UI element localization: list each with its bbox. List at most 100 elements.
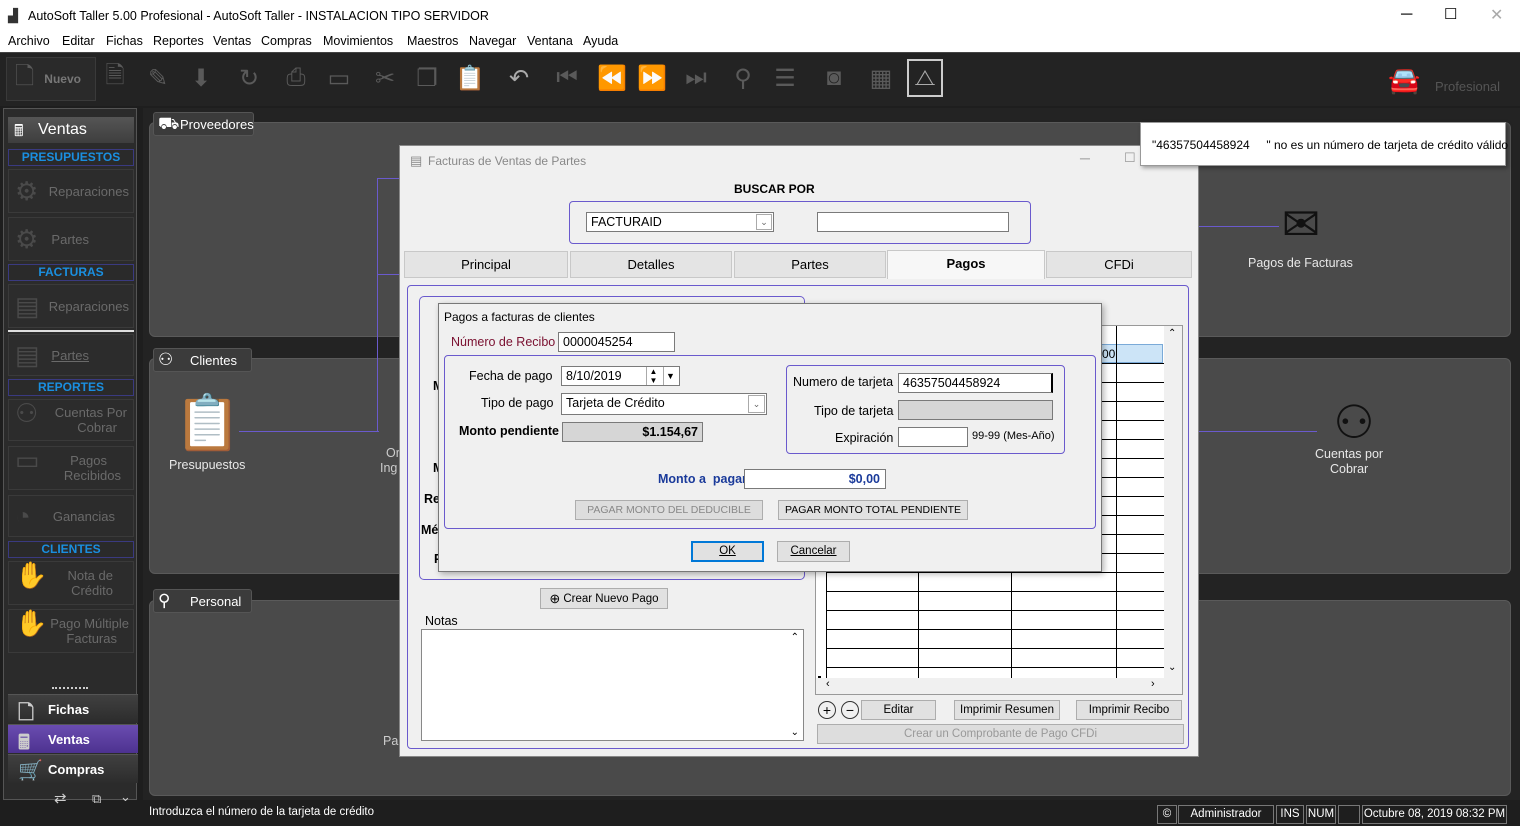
camera-icon[interactable]: ◙ (819, 61, 849, 95)
nuevo-button[interactable]: 🗋 Nuevo (6, 57, 96, 101)
scroll-down-icon[interactable]: ⌄ (791, 727, 799, 738)
scroll-left-icon[interactable]: ‹ (826, 678, 830, 690)
active-tool-icon[interactable]: ⧍ (907, 59, 943, 97)
editar-button[interactable]: Editar (861, 700, 936, 720)
plus-circle-icon: ⊕ (549, 590, 561, 606)
ok-button[interactable]: OK (691, 541, 764, 562)
menu-archivo[interactable]: Archivo (8, 34, 50, 48)
minimize-icon[interactable]: ─ (1080, 150, 1090, 166)
tab-partes[interactable]: Partes (734, 251, 886, 278)
sidebar-item-presupuesto-partes[interactable]: ⚙ Partes (8, 217, 134, 261)
monto-pagar-field[interactable]: $0,00 (744, 469, 886, 489)
tab-pagos[interactable]: Pagos (887, 250, 1045, 279)
app-icon: ▟ (8, 8, 18, 23)
chevron-down-icon[interactable]: ⌄ (120, 789, 131, 805)
monitor-icon[interactable]: ▭ (324, 61, 354, 95)
menu-navegar[interactable]: Navegar (469, 34, 516, 48)
numero-tarjeta-field[interactable]: 46357504458924 (898, 373, 1053, 393)
expiracion-field[interactable] (898, 427, 968, 447)
expiracion-label: Expiración (835, 431, 894, 445)
close-icon[interactable]: ✕ (1490, 5, 1503, 25)
presupuestos-node[interactable]: 📋 (173, 393, 243, 453)
magnifier-icon[interactable]: ⚲ (728, 61, 758, 95)
add-row-icon[interactable]: + (818, 701, 836, 719)
pencil-icon[interactable]: ✎ (143, 61, 173, 95)
cancelar-button[interactable]: Cancelar (777, 541, 850, 562)
fecha-pago-field[interactable]: 8/10/2019 ▲ ▼ ▼ (561, 366, 680, 386)
scroll-up-icon[interactable]: ⌃ (791, 632, 799, 643)
pagar-deducible-button[interactable]: PAGAR MONTO DEL DEDUCIBLE (575, 500, 763, 520)
crear-nuevo-pago-button[interactable]: ⊕ Crear Nuevo Pago (540, 588, 668, 609)
minimize-icon[interactable]: ─ (1401, 6, 1412, 24)
proveedores-label[interactable]: ⛟ Proveedores (153, 112, 254, 136)
remove-row-icon[interactable]: − (841, 701, 859, 719)
grid-col-line (1116, 326, 1117, 678)
windows-icon[interactable]: ⧉ (92, 791, 101, 807)
maximize-icon[interactable]: ☐ (1444, 5, 1457, 23)
menu-ayuda[interactable]: Ayuda (583, 34, 618, 48)
scroll-down-icon[interactable]: ⌄ (1168, 662, 1176, 673)
nav-fichas[interactable]: 🗋 Fichas (8, 694, 138, 724)
imprimir-resumen-button[interactable]: Imprimir Resumen (954, 700, 1060, 720)
pagar-total-button[interactable]: PAGAR MONTO TOTAL PENDIENTE (778, 500, 968, 520)
sidebar-item-pago-multiple[interactable]: ✋ Pago Múltiple Facturas (8, 609, 134, 653)
menu-compras[interactable]: Compras (261, 34, 312, 48)
list-report-icon[interactable]: ☰ (770, 61, 800, 95)
cuentas-cobrar-node[interactable]: ⚇ (1319, 394, 1389, 450)
sidebar-item-pagos-recibidos[interactable]: ▭ Pagos Recibidos (8, 446, 134, 490)
search-input[interactable] (817, 212, 1009, 232)
maximize-icon[interactable]: ☐ (1124, 150, 1136, 166)
splitter-handle[interactable] (52, 687, 88, 691)
first-record-icon[interactable]: ⏮ (552, 61, 582, 95)
last-record-icon[interactable]: ⏭ (681, 61, 711, 95)
scroll-up-icon[interactable]: ⌃ (1168, 328, 1176, 339)
sidebar-item-nota-credito[interactable]: ✋ Nota de Crédito (8, 561, 134, 605)
menu-ventas[interactable]: Ventas (213, 34, 251, 48)
notas-textarea[interactable]: ⌃ ⌄ (421, 629, 804, 741)
menu-maestros[interactable]: Maestros (407, 34, 458, 48)
calendar-dropdown-icon[interactable]: ▼ (663, 367, 677, 385)
grid-row-line (826, 572, 1164, 573)
tab-detalles[interactable]: Detalles (570, 251, 732, 278)
copy-icon[interactable]: ❐ (412, 61, 442, 95)
printer-icon[interactable]: ⎙ (281, 61, 311, 95)
numero-recibo-field[interactable]: 0000045254 (558, 332, 675, 352)
search-field-select[interactable]: FACTURAID ⌄ (586, 212, 774, 232)
menu-editar[interactable]: Editar (62, 34, 95, 48)
cut-icon[interactable]: ✂ (370, 61, 400, 95)
undo-icon[interactable]: ↶ (504, 61, 534, 95)
previous-record-icon[interactable]: ⏪ (597, 61, 627, 95)
hand-icon: ✋ (15, 560, 48, 590)
scroll-right-icon[interactable]: › (1151, 678, 1155, 690)
sidebar-item-presupuesto-reparaciones[interactable]: ⚙ Reparaciones (8, 169, 134, 213)
pagos-facturas-node[interactable]: ✉ (1271, 196, 1331, 252)
vertical-scrollbar[interactable]: ⌃ ⌄ (1164, 326, 1182, 678)
tipo-pago-select[interactable]: Tarjeta de Crédito ⌄ (561, 393, 767, 415)
group-five-icon: ⚇ (1333, 396, 1375, 448)
personal-label[interactable]: ⚲ Personal (153, 589, 252, 613)
swap-icon[interactable]: ⇄ (54, 789, 67, 807)
paste-icon[interactable]: 📋 (455, 61, 485, 95)
horizontal-scrollbar[interactable]: ‹ › (816, 678, 1182, 694)
sidebar-item-ganancias[interactable]: ◔ Ganancias (8, 495, 134, 537)
next-record-icon[interactable]: ⏩ (637, 61, 667, 95)
save-icon[interactable]: ⬇ (186, 61, 216, 95)
menu-ventana[interactable]: Ventana (527, 34, 573, 48)
menu-fichas[interactable]: Fichas (106, 34, 143, 48)
menu-reportes[interactable]: Reportes (153, 34, 204, 48)
document-search-icon[interactable]: 🗎 (100, 61, 130, 95)
tab-cfdi[interactable]: CFDi (1046, 251, 1192, 278)
clientes-label[interactable]: ⚇ Clientes (153, 348, 252, 372)
spin-icon[interactable]: ▲ ▼ (646, 367, 660, 385)
nav-ventas[interactable]: 🖩 Ventas (8, 724, 138, 754)
sidebar-item-factura-partes[interactable]: ▤ Partes (8, 334, 134, 376)
sidebar-item-factura-reparaciones[interactable]: ▤ Reparaciones (8, 284, 134, 328)
nav-compras[interactable]: 🛒 Compras (8, 754, 138, 783)
tab-principal[interactable]: Principal (404, 251, 568, 278)
menu-movimientos[interactable]: Movimientos (323, 34, 393, 48)
imprimir-recibo-button[interactable]: Imprimir Recibo (1076, 700, 1182, 720)
refresh-icon[interactable]: ↻ (234, 61, 264, 95)
grid-icon[interactable]: ▦ (866, 61, 896, 95)
crear-comprobante-button[interactable]: Crear un Comprobante de Pago CFDi (817, 724, 1184, 744)
sidebar-item-cuentas-por-cobrar[interactable]: ⚇ Cuentas Por Cobrar (8, 399, 134, 441)
